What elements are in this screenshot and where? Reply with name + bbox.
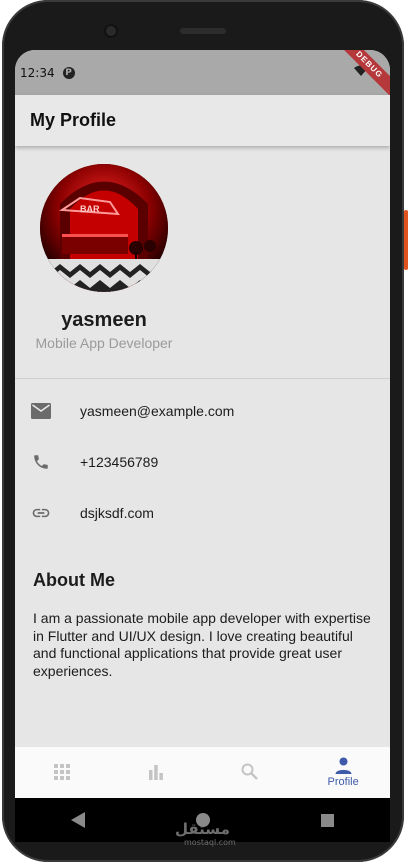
about-body: I am a passionate mobile app developer w… (33, 610, 371, 679)
device-frame: 12:34 P DEBUG My Profile BAR yasmeen Mob… (0, 0, 408, 864)
avatar-photo: BAR (40, 164, 168, 292)
link-icon (30, 502, 52, 524)
nav-item-home[interactable] (15, 747, 109, 798)
about-title: About Me (33, 570, 115, 590)
front-camera (104, 24, 118, 38)
bar-chart-icon (148, 764, 163, 780)
contact-row-phone[interactable]: +123456789 (15, 442, 390, 482)
nav-label-profile: Profile (327, 776, 359, 788)
back-icon[interactable] (70, 812, 85, 828)
email-icon (30, 400, 52, 422)
watermark-latin: mostaql.com (184, 838, 236, 847)
nav-item-profile[interactable]: Profile (296, 747, 390, 798)
watermark-arabic: مستقل (175, 820, 230, 838)
app-bar: My Profile (15, 95, 390, 146)
earpiece-speaker (180, 28, 226, 34)
app-screen: 12:34 P DEBUG My Profile BAR yasmeen Mob… (15, 50, 390, 798)
nav-item-stats[interactable] (109, 747, 203, 798)
divider (15, 378, 390, 379)
email-text: yasmeen@example.com (80, 403, 235, 419)
phone-icon (30, 451, 52, 473)
phone-text: +123456789 (80, 454, 159, 470)
user-name: yasmeen (61, 309, 147, 331)
contact-row-email[interactable]: yasmeen@example.com (15, 391, 390, 431)
recents-icon[interactable] (321, 813, 335, 827)
nav-item-search[interactable] (203, 747, 297, 798)
avatar-sign-text: BAR (80, 204, 100, 214)
person-icon (335, 757, 352, 774)
website-text: dsjksdf.com (80, 505, 154, 521)
bottom-navigation: Profile (15, 747, 390, 798)
notification-icon: P (62, 66, 75, 79)
grid-icon (53, 763, 70, 780)
status-time: 12:34 (20, 65, 55, 80)
search-icon (241, 763, 258, 780)
user-role: Mobile App Developer (35, 335, 173, 351)
power-button[interactable] (404, 210, 408, 270)
page-title: My Profile (30, 110, 117, 130)
avatar: BAR (40, 164, 168, 292)
status-bar: 12:34 P DEBUG (15, 50, 390, 102)
contact-row-website[interactable]: dsjksdf.com (15, 493, 390, 533)
